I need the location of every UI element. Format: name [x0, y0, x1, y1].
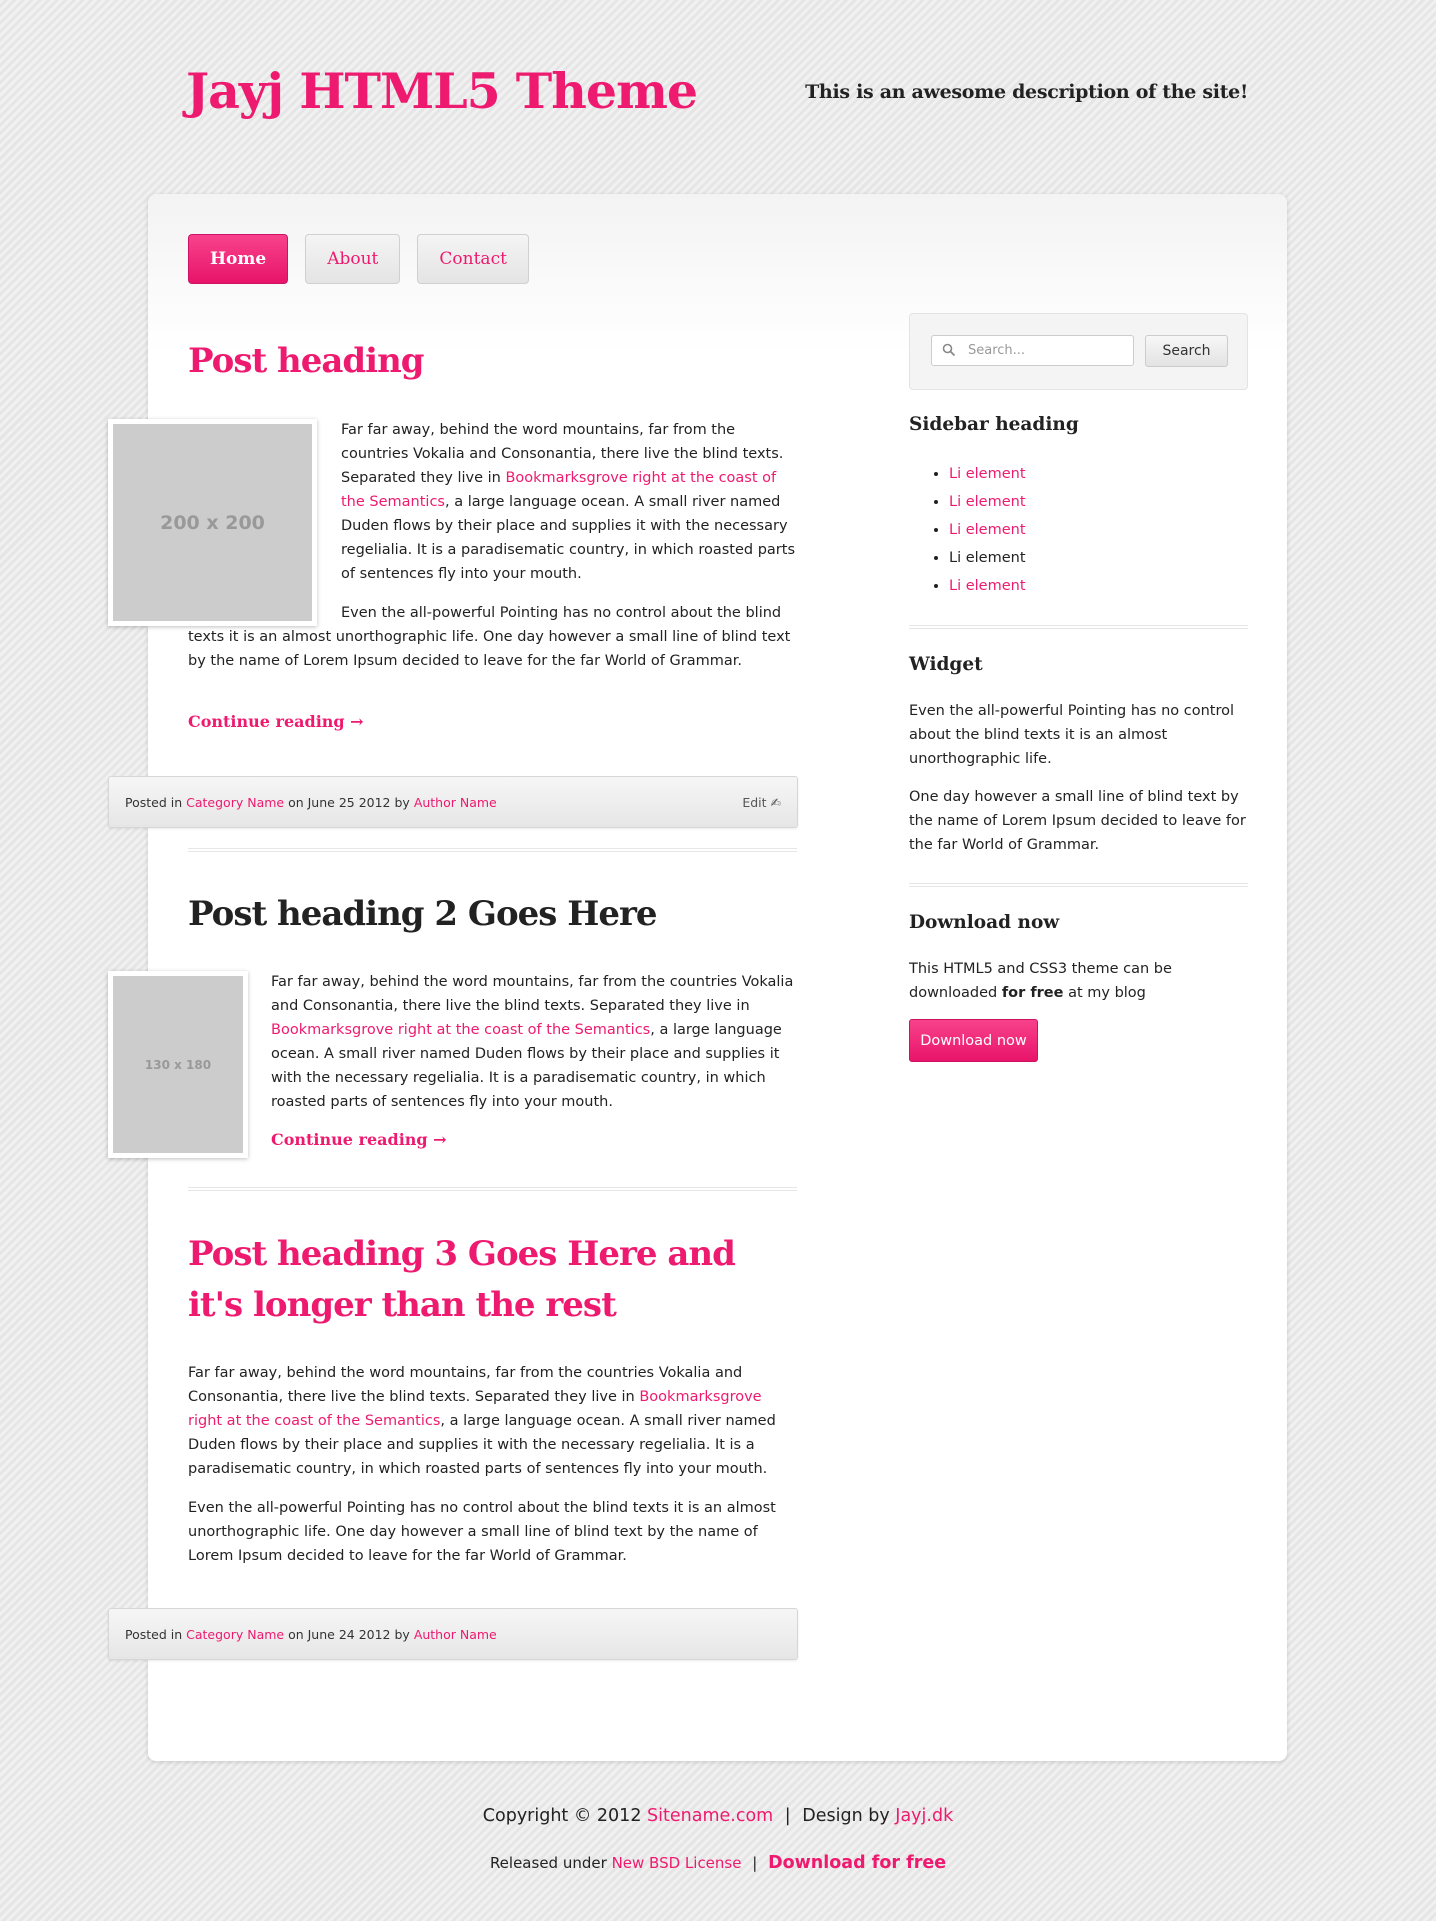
thumbnail-placeholder: 200 x 200	[113, 424, 312, 621]
download-button[interactable]: Download now	[909, 1019, 1038, 1062]
meta-label: Posted in	[125, 794, 183, 810]
sidebar-heading: Sidebar heading	[909, 414, 1079, 435]
post-body-2: Far far away, behind the word mountains,…	[271, 970, 797, 1129]
paragraph: Even the all-powerful Pointing has no co…	[909, 703, 1234, 767]
list-item-link[interactable]: Li element	[949, 522, 1026, 538]
search-placeholder: Search...	[968, 343, 1026, 358]
designer-link[interactable]: Jayj.dk	[895, 1806, 953, 1826]
post-thumbnail-2: 130 x 180	[108, 971, 248, 1158]
author-link[interactable]: Author Name	[414, 795, 497, 810]
post-title-1[interactable]: Post heading	[188, 336, 425, 387]
download-free-link[interactable]: Download for free	[768, 1853, 946, 1873]
author-link[interactable]: Author Name	[414, 1627, 497, 1642]
nav-contact[interactable]: Contact	[417, 234, 529, 284]
meta-date: on June 25 2012 by	[288, 794, 410, 810]
sidebar-list: Li element Li element Li element Li elem…	[949, 460, 1026, 600]
post-divider	[188, 1187, 797, 1191]
footer-copyright: Copyright © 2012 Sitename.com | Design b…	[0, 1806, 1436, 1826]
list-item-text: Li element	[949, 550, 1026, 566]
list-item[interactable]: Li element	[949, 572, 1026, 600]
sitename-link[interactable]: Sitename.com	[647, 1806, 773, 1826]
footer-license: Released under New BSD License | Downloa…	[0, 1853, 1436, 1873]
continue-reading-2[interactable]: Continue reading →	[271, 1130, 447, 1149]
post-meta-3: Posted in Category Name on June 24 2012 …	[108, 1608, 798, 1660]
copyright-text: Copyright © 2012	[482, 1806, 642, 1826]
post-meta-1: Posted in Category Name on June 25 2012 …	[108, 776, 798, 828]
list-item-link[interactable]: Li element	[949, 578, 1026, 594]
paragraph: One day however a small line of blind te…	[909, 789, 1246, 853]
download-text: This HTML5 and CSS3 theme can be downloa…	[909, 957, 1248, 1019]
list-item[interactable]: Li element	[949, 488, 1026, 516]
text-bold: for free	[1001, 985, 1064, 1001]
separator: |	[752, 1854, 758, 1872]
site-title[interactable]: Jayj HTML5 Theme	[186, 62, 698, 120]
post-link-2[interactable]: Bookmarksgrove right at the coast of the…	[271, 1022, 650, 1038]
list-item-link[interactable]: Li element	[949, 466, 1026, 482]
list-item-link[interactable]: Li element	[949, 494, 1026, 510]
post-body-1a: Far far away, behind the word mountains,…	[341, 418, 797, 601]
nav-home[interactable]: Home	[188, 234, 289, 284]
separator: |	[784, 1806, 791, 1826]
paragraph: Even the all-powerful Pointing has no co…	[188, 1500, 776, 1564]
download-heading: Download now	[909, 912, 1060, 933]
edit-link[interactable]: Edit ✍	[742, 795, 781, 810]
license-link[interactable]: New BSD License	[612, 1854, 742, 1872]
category-link[interactable]: Category Name	[186, 1627, 284, 1642]
text: at my blog	[1063, 985, 1146, 1001]
continue-reading-1[interactable]: Continue reading →	[188, 712, 364, 731]
meta-date: on June 24 2012 by	[288, 1626, 410, 1642]
post-title-2[interactable]: Post heading 2 Goes Here	[188, 889, 658, 940]
released-text: Released under	[489, 1854, 607, 1872]
design-by-text: Design by	[802, 1806, 890, 1826]
widget-heading: Widget	[909, 654, 983, 675]
post-body-3: Far far away, behind the word mountains,…	[188, 1361, 797, 1583]
list-item[interactable]: Li element	[949, 516, 1026, 544]
post-title-3[interactable]: Post heading 3 Goes Here and it's longer…	[188, 1229, 797, 1331]
nav-about[interactable]: About	[305, 234, 401, 284]
widget-text: Even the all-powerful Pointing has no co…	[909, 699, 1248, 871]
category-link[interactable]: Category Name	[186, 795, 284, 810]
thumbnail-placeholder: 130 x 180	[113, 976, 243, 1153]
list-item: Li element	[949, 544, 1026, 572]
search-input[interactable]: Search...	[931, 335, 1134, 366]
search-widget: Search... Search	[909, 313, 1248, 390]
search-button[interactable]: Search	[1145, 335, 1228, 367]
list-item[interactable]: Li element	[949, 460, 1026, 488]
meta-label: Posted in	[125, 1626, 183, 1642]
post-divider	[188, 848, 797, 852]
post-thumbnail-1: 200 x 200	[108, 419, 317, 626]
site-description: This is an awesome description of the si…	[805, 81, 1248, 103]
text: Far far away, behind the word mountains,…	[271, 974, 794, 1014]
paragraph: Even the all-powerful Pointing has no co…	[188, 605, 791, 669]
sidebar-divider	[909, 883, 1248, 887]
main-nav: Home About Contact	[188, 234, 529, 284]
post-body-1b: Even the all-powerful Pointing has no co…	[188, 601, 797, 688]
search-icon	[942, 343, 956, 357]
sidebar-divider	[909, 625, 1248, 629]
